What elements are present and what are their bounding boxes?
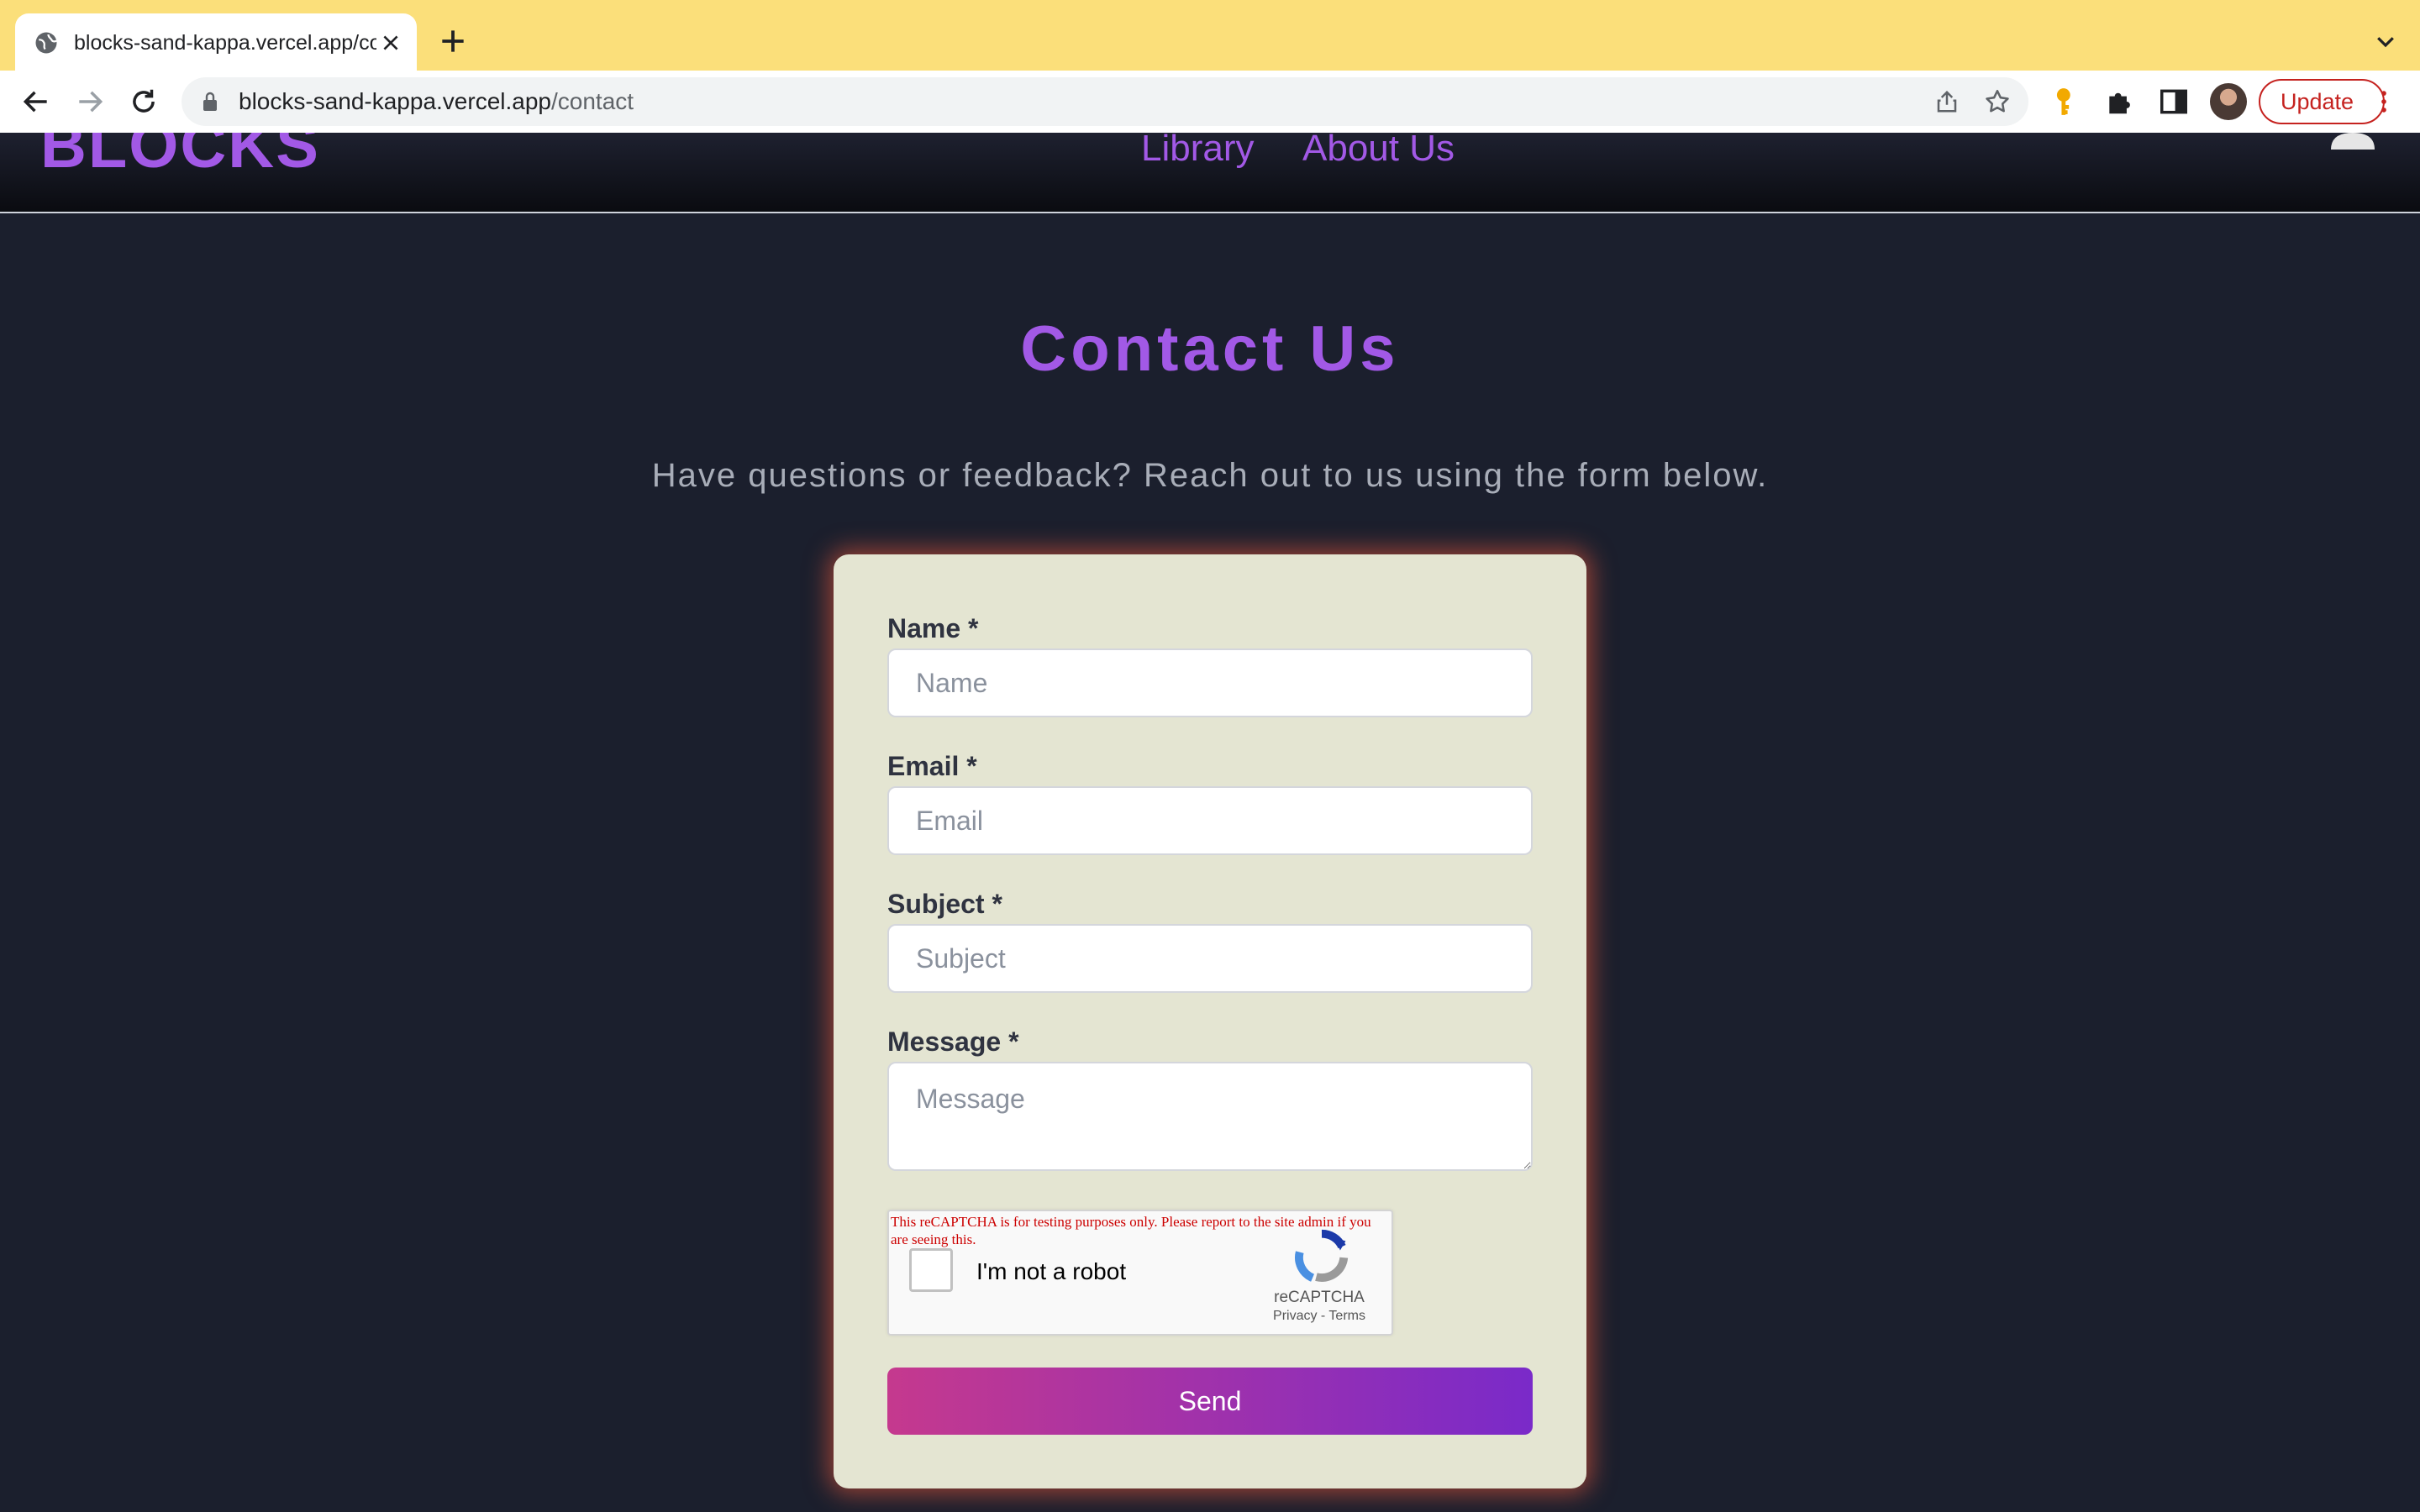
forward-icon[interactable] xyxy=(74,86,106,118)
nav-link-about-us[interactable]: About Us xyxy=(1302,133,1455,170)
browser-tab-strip: blocks-sand-kappa.vercel.app/contact xyxy=(0,0,2420,71)
globe-icon xyxy=(35,32,58,54)
name-label: Name * xyxy=(887,613,979,643)
more-menu-icon[interactable] xyxy=(2370,87,2398,116)
send-button[interactable]: Send xyxy=(887,1368,1533,1435)
update-button[interactable]: Update xyxy=(2259,79,2385,124)
recaptcha-widget: This reCAPTCHA is for testing purposes o… xyxy=(887,1210,1393,1336)
subject-label: Subject * xyxy=(887,889,1002,919)
reload-icon[interactable] xyxy=(128,86,160,118)
tab-title: blocks-sand-kappa.vercel.app/contact xyxy=(74,31,376,55)
new-tab-icon[interactable] xyxy=(437,25,469,57)
nav-link-library[interactable]: Library xyxy=(1141,133,1255,170)
chevron-down-icon[interactable] xyxy=(2373,29,2398,54)
close-icon[interactable] xyxy=(380,32,402,54)
site-header: BLOCKS Library About Us xyxy=(0,133,2420,212)
recaptcha-logo-icon xyxy=(1295,1229,1349,1282)
page-title: Contact Us xyxy=(1020,313,1400,385)
url-text: blocks-sand-kappa.vercel.app/contact xyxy=(239,87,634,116)
key-extension-icon[interactable] xyxy=(2050,86,2082,118)
url-host: blocks-sand-kappa.vercel.app xyxy=(239,88,551,114)
recaptcha-privacy-terms-links[interactable]: Privacy - Terms xyxy=(1252,1309,1386,1324)
address-bar[interactable]: blocks-sand-kappa.vercel.app/contact xyxy=(182,77,2028,126)
extensions-puzzle-icon[interactable] xyxy=(2104,86,2136,118)
subject-input[interactable] xyxy=(887,924,1533,993)
browser-tab[interactable]: blocks-sand-kappa.vercel.app/contact xyxy=(15,13,417,71)
name-input[interactable] xyxy=(887,648,1533,717)
recaptcha-label: I'm not a robot xyxy=(976,1258,1127,1284)
bookmark-star-icon[interactable] xyxy=(1983,87,2012,116)
page-subtitle: Have questions or feedback? Reach out to… xyxy=(651,457,1769,494)
back-icon[interactable] xyxy=(20,86,52,118)
site-logo[interactable]: BLOCKS xyxy=(40,133,320,182)
share-icon[interactable] xyxy=(1934,89,1960,114)
browser-toolbar: blocks-sand-kappa.vercel.app/contact Upd… xyxy=(0,71,2420,134)
contact-form: Name * Email * Subject * Message * This … xyxy=(834,554,1586,1488)
lock-icon[interactable] xyxy=(200,91,220,113)
user-icon[interactable] xyxy=(2328,133,2378,150)
header-divider xyxy=(0,212,2420,213)
recaptcha-brand: reCAPTCHA xyxy=(1274,1289,1365,1306)
side-panel-icon[interactable] xyxy=(2158,86,2190,118)
url-path: /contact xyxy=(550,88,634,114)
message-label: Message * xyxy=(887,1026,1019,1057)
profile-avatar[interactable] xyxy=(2210,83,2247,120)
email-label: Email * xyxy=(887,751,977,781)
email-input[interactable] xyxy=(887,786,1533,855)
message-textarea[interactable] xyxy=(887,1062,1533,1171)
recaptcha-checkbox[interactable] xyxy=(909,1248,953,1292)
